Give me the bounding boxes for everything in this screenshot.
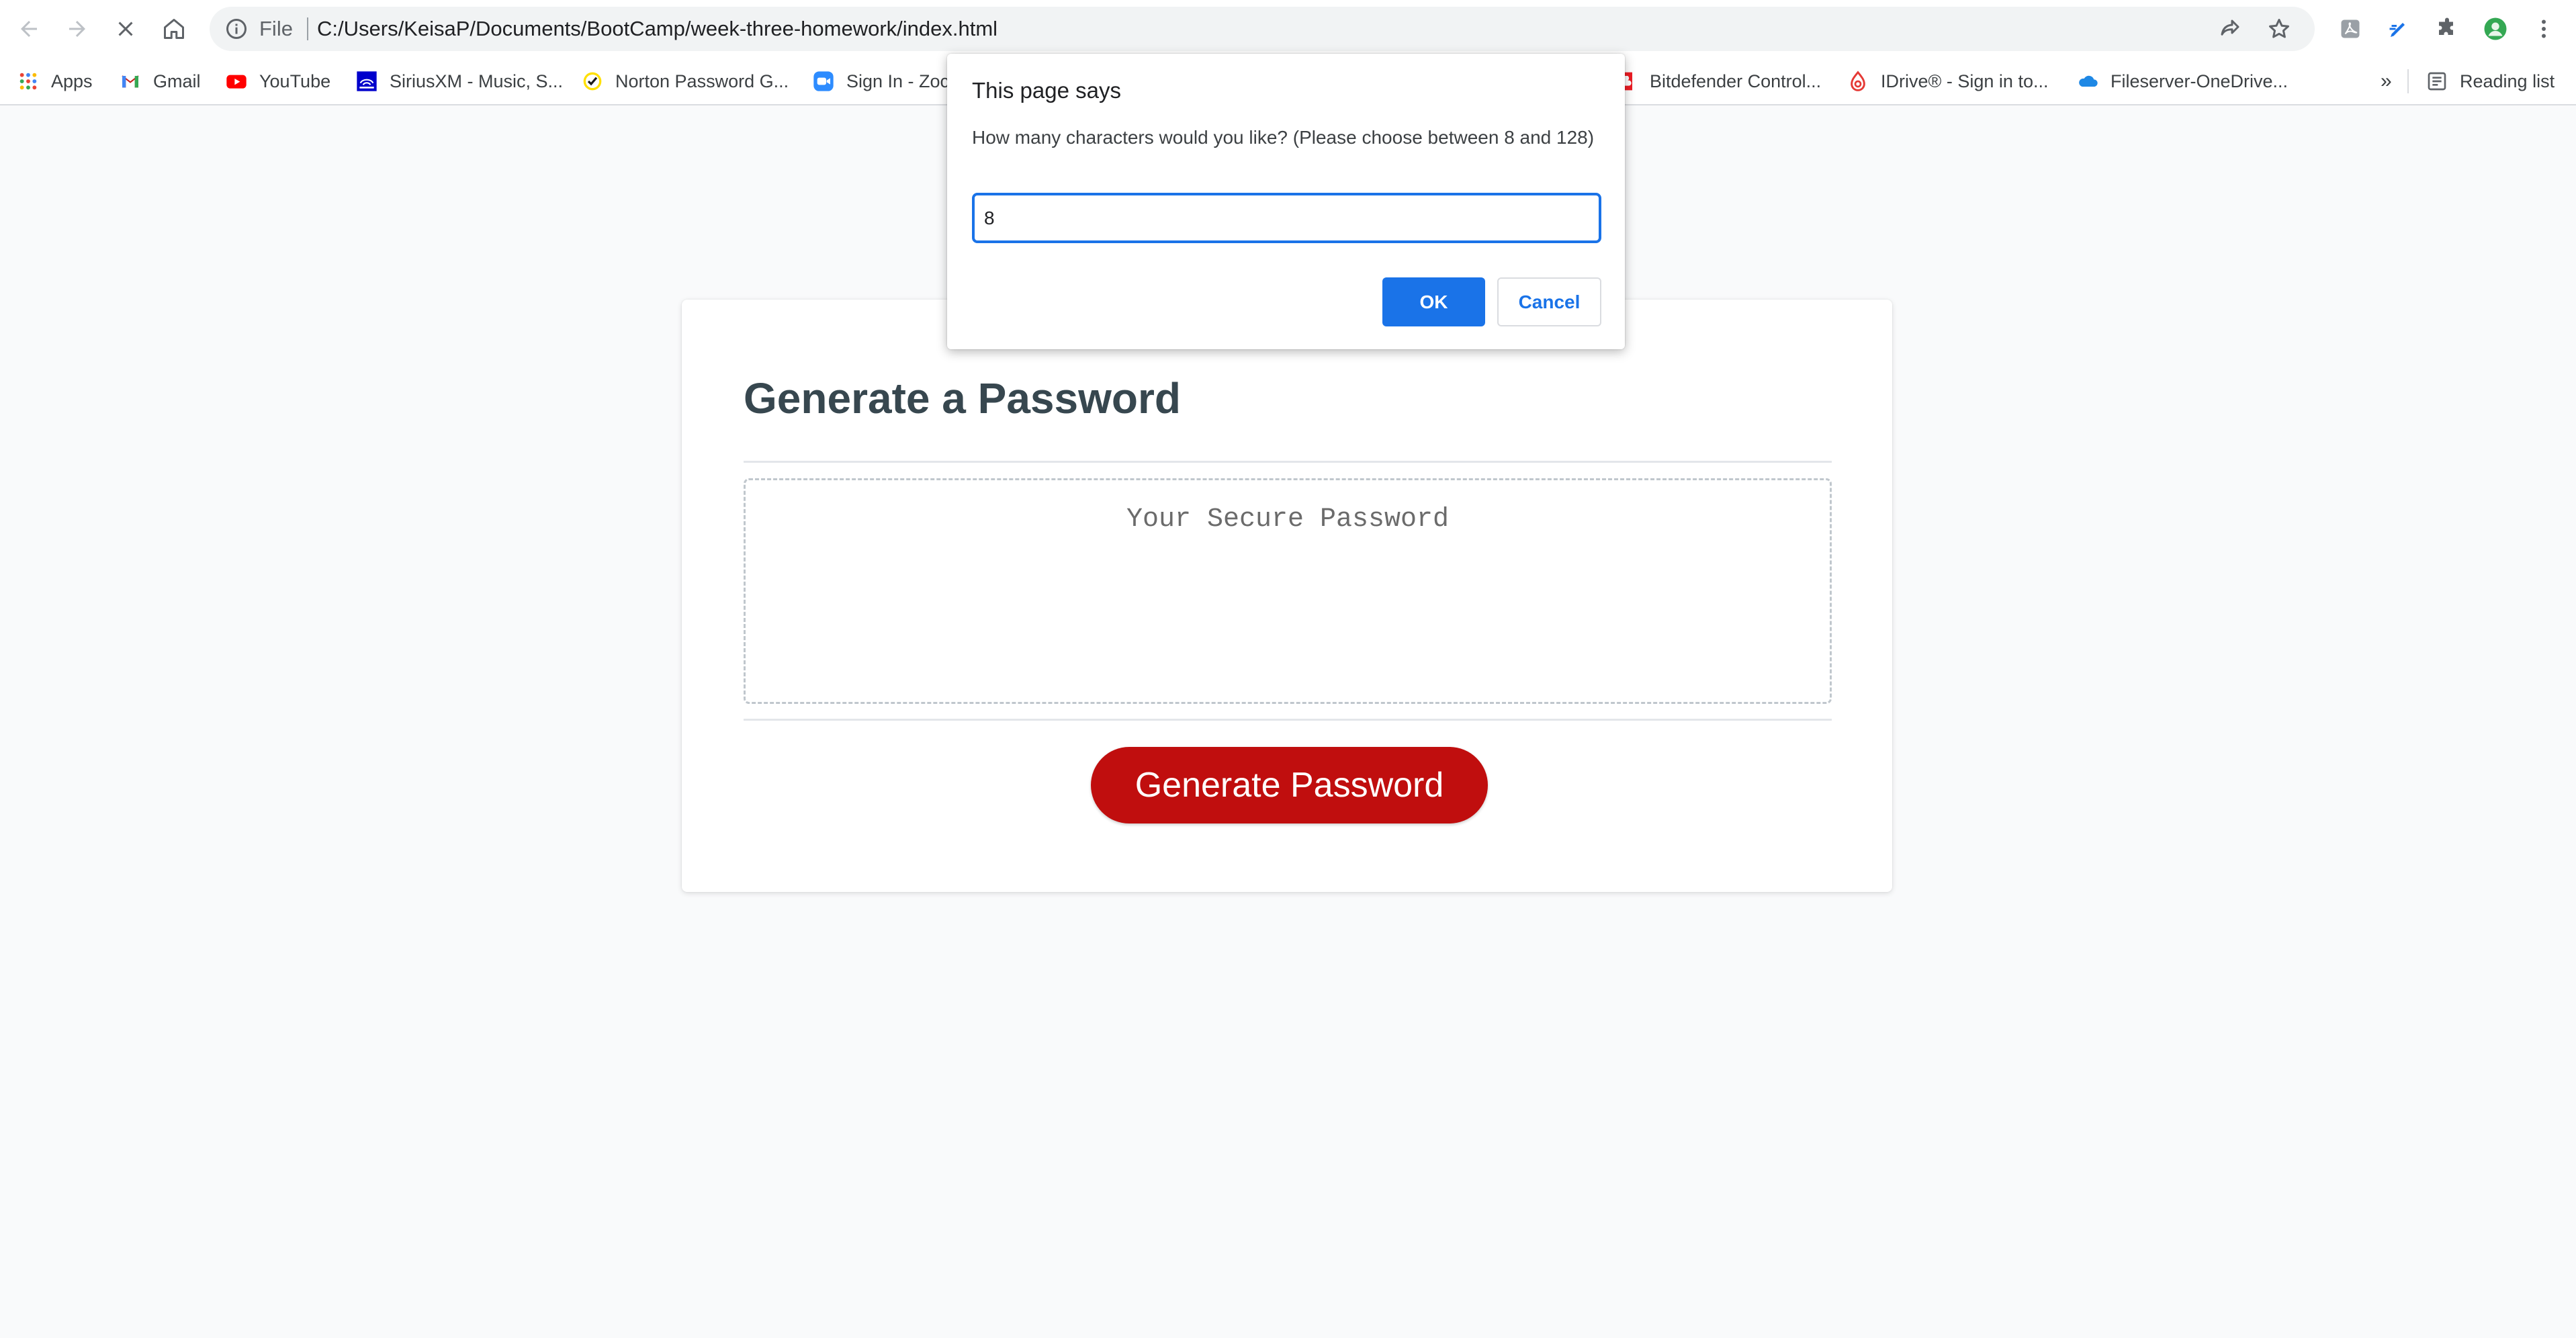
bookmark-idrive[interactable]: IDrive® - Sign in to...: [1847, 58, 2048, 105]
bookmark-label: Bitdefender Control...: [1650, 71, 1822, 91]
cancel-button[interactable]: Cancel: [1497, 277, 1601, 326]
reading-list-label: Reading list: [2460, 71, 2555, 91]
bookmarks-overflow-label: »: [2381, 70, 2392, 92]
browser-toolbar: File C:/Users/KeisaP/Documents/BootCamp/…: [0, 0, 2576, 58]
zoom-icon: [813, 71, 834, 92]
generate-password-button[interactable]: Generate Password: [1091, 747, 1488, 823]
bookmark-label: Sign In - Zoc: [846, 71, 950, 91]
more-vertical-icon: [2542, 19, 2546, 38]
bookmarks-divider: [2407, 69, 2409, 93]
bookmark-label: Norton Password G...: [615, 71, 789, 91]
address-bar[interactable]: File C:/Users/KeisaP/Documents/BootCamp/…: [210, 7, 2315, 51]
bookmarks-overflow-button[interactable]: »: [2381, 58, 2392, 105]
profile-button[interactable]: [2479, 12, 2512, 46]
norton-icon: [582, 71, 603, 92]
stop-loading-button[interactable]: [109, 12, 142, 46]
bookmark-label: IDrive® - Sign in to...: [1881, 71, 2049, 91]
forward-button[interactable]: [60, 12, 94, 46]
bookmark-label: YouTube: [259, 71, 331, 91]
info-icon[interactable]: [224, 17, 249, 41]
extensions-button[interactable]: [2430, 12, 2464, 46]
password-generator-card: Generate a Password Generate Password: [682, 300, 1892, 892]
bookmark-label: SiriusXM - Music, S...: [390, 71, 564, 91]
avatar-icon: [2484, 17, 2507, 40]
idrive-icon: [1847, 71, 1869, 92]
password-output[interactable]: [744, 478, 1832, 704]
apps-grid-icon: [17, 71, 39, 92]
bookmark-youtube[interactable]: YouTube: [226, 58, 330, 105]
address-url[interactable]: C:/Users/KeisaP/Documents/BootCamp/week-…: [317, 7, 997, 51]
prompt-dialog: This page says How many characters would…: [947, 54, 1625, 349]
dialog-input[interactable]: [972, 193, 1601, 243]
bookmark-bitdefender[interactable]: Bitdefender Control...: [1616, 58, 1821, 105]
dialog-title: This page says: [972, 78, 1121, 103]
bookmark-norton[interactable]: Norton Password G...: [582, 58, 789, 105]
close-icon: [118, 21, 133, 36]
acrobat-icon: [2341, 19, 2360, 38]
dialog-message: How many characters would you like? (Ple…: [972, 127, 1595, 148]
puzzle-piece-icon: [2439, 17, 2453, 35]
bookmark-onedrive[interactable]: Fileserver-OneDrive...: [2077, 58, 2288, 105]
back-button[interactable]: [12, 12, 46, 46]
siriusxm-icon: [356, 71, 377, 92]
bookmark-gmail[interactable]: Gmail: [120, 58, 201, 105]
arrow-right-icon: [69, 21, 85, 37]
address-divider: [307, 17, 308, 40]
acrobat-extension-button[interactable]: [2334, 12, 2367, 46]
bookmark-label: Fileserver-OneDrive...: [2111, 71, 2289, 91]
star-bookmark-icon[interactable]: [2267, 17, 2291, 41]
youtube-icon: [226, 71, 247, 92]
gmail-icon: [120, 71, 141, 92]
reading-list-button[interactable]: Reading list: [2426, 58, 2555, 105]
reading-list-icon: [2426, 71, 2448, 92]
bookmark-label: Apps: [51, 71, 93, 91]
onedrive-icon: [2077, 71, 2098, 92]
browser-menu-button[interactable]: [2527, 12, 2561, 46]
pen-extension-icon: [2389, 23, 2405, 37]
share-icon[interactable]: [2218, 17, 2242, 41]
bookmark-apps[interactable]: Apps: [17, 58, 93, 105]
card-divider-bottom: [744, 719, 1832, 721]
writing-extension-button[interactable]: [2382, 12, 2415, 46]
bookmark-siriusxm[interactable]: SiriusXM - Music, S...: [356, 58, 563, 105]
ok-button[interactable]: OK: [1382, 277, 1485, 326]
home-button[interactable]: [157, 12, 191, 46]
card-divider-top: [744, 461, 1832, 463]
bookmark-zoom[interactable]: Sign In - Zoc: [813, 58, 949, 105]
address-scheme-label: File: [259, 17, 293, 40]
arrow-left-icon: [21, 21, 37, 37]
home-icon: [164, 19, 184, 39]
bookmark-label: Gmail: [153, 71, 201, 91]
page-title: Generate a Password: [744, 374, 1181, 422]
